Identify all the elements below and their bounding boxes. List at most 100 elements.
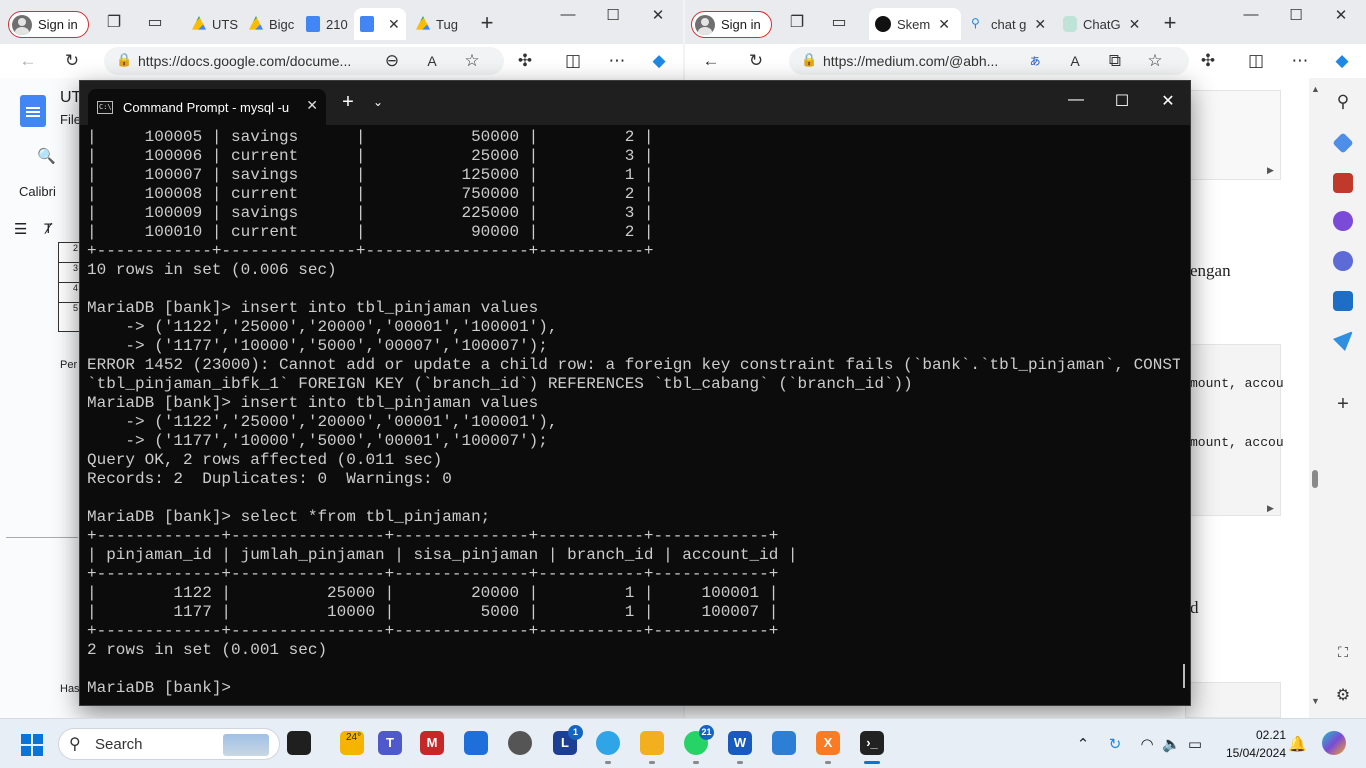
tab-tug[interactable]: Tug: [410, 8, 466, 40]
close-icon[interactable]: ✕: [646, 6, 670, 24]
task-view-icon[interactable]: [287, 731, 311, 755]
scroll-up-icon[interactable]: ▲: [1311, 84, 1320, 94]
mcafee-icon[interactable]: M: [420, 731, 444, 755]
tab-active-doc[interactable]: ✕: [354, 8, 406, 40]
extensions-icon[interactable]: ✣: [1198, 51, 1218, 71]
terminal-icon[interactable]: ›_: [860, 731, 884, 755]
close-icon[interactable]: ✕: [1156, 91, 1180, 111]
split-screen-icon[interactable]: ◫: [563, 51, 583, 71]
tab-210[interactable]: 210: [300, 8, 352, 40]
new-tab-icon[interactable]: +: [1160, 12, 1180, 34]
minimize-icon[interactable]: —: [1239, 6, 1263, 23]
tools-icon[interactable]: [1333, 173, 1353, 193]
tab-bigc[interactable]: Bigc: [243, 8, 299, 40]
minimize-icon[interactable]: —: [556, 6, 580, 23]
more-icon[interactable]: ⋯: [1290, 51, 1310, 71]
show-hidden-icons-chevron-icon[interactable]: ⌃: [1074, 735, 1092, 753]
volume-icon[interactable]: 🔈: [1162, 735, 1181, 753]
translate-icon[interactable]: ぁ: [1025, 51, 1045, 71]
windows-start-button[interactable]: [21, 734, 43, 756]
scrollbar-thumb[interactable]: [1312, 470, 1318, 488]
send-icon[interactable]: [1333, 331, 1353, 351]
address-bar[interactable]: 🔒 https://medium.com/@abh...: [789, 47, 1189, 75]
widgets-icon[interactable]: 24°: [340, 731, 364, 755]
notification-bell-icon[interactable]: 🔔: [1288, 735, 1307, 753]
back-icon[interactable]: ←: [18, 51, 38, 71]
terminal-scrollbar-thumb[interactable]: [1183, 664, 1185, 688]
tab-medium[interactable]: Skem ✕: [869, 8, 961, 40]
search-menus-icon[interactable]: 🔍: [37, 147, 56, 165]
back-icon[interactable]: ←: [701, 51, 721, 71]
taskbar-search-box[interactable]: ⚲ Search: [58, 728, 280, 760]
terminal-tab[interactable]: C:\ Command Prompt - mysql -u ✕: [88, 89, 326, 125]
paint-icon[interactable]: [772, 731, 796, 755]
settings-gear-icon[interactable]: ⚙: [1333, 686, 1353, 706]
battery-icon[interactable]: ▭: [1186, 735, 1204, 753]
camera-icon[interactable]: [508, 731, 532, 755]
screenshot-icon[interactable]: ⛶: [1333, 642, 1353, 662]
tab-actions-icon[interactable]: ▭: [829, 13, 849, 33]
tab-chatgpt[interactable]: ChatG ✕: [1057, 8, 1143, 40]
close-tab-icon[interactable]: ✕: [938, 16, 950, 33]
store-icon[interactable]: [464, 731, 488, 755]
more-icon[interactable]: ⋯: [607, 51, 627, 71]
sync-icon[interactable]: ↻: [1106, 735, 1124, 753]
maximize-icon[interactable]: ☐: [1110, 91, 1134, 111]
font-selector[interactable]: Calibri: [19, 184, 56, 199]
edge-icon[interactable]: [596, 731, 620, 755]
close-tab-icon[interactable]: ✕: [388, 16, 400, 33]
clear-format-icon[interactable]: Ⱦ: [44, 220, 53, 236]
xampp-icon[interactable]: X: [816, 731, 840, 755]
menu-file[interactable]: File: [60, 112, 81, 127]
copilot-icon[interactable]: ◆: [1332, 51, 1352, 71]
close-tab-icon[interactable]: ✕: [1034, 16, 1046, 33]
tab-actions-icon[interactable]: ▭: [145, 13, 165, 33]
launcher-icon[interactable]: L1: [553, 725, 583, 755]
outlook-icon[interactable]: [1333, 291, 1353, 311]
refresh-icon[interactable]: ↻: [62, 51, 82, 71]
terminal-output[interactable]: | 100005 | savings | 50000 | 2 | | 100006…: [87, 128, 1180, 699]
tab-uts[interactable]: UTS: [186, 8, 240, 40]
copilot-pre-icon[interactable]: [1322, 731, 1346, 755]
system-clock[interactable]: 02.21 15/04/2024: [1210, 726, 1286, 762]
add-sidebar-icon[interactable]: +: [1333, 394, 1353, 414]
read-aloud-icon[interactable]: A: [1065, 51, 1085, 71]
games-icon[interactable]: [1333, 211, 1353, 231]
file-explorer-icon[interactable]: [640, 731, 664, 755]
read-aloud-icon[interactable]: A: [422, 51, 442, 71]
scroll-right-icon[interactable]: ▶: [1267, 503, 1274, 514]
new-tab-icon[interactable]: +: [477, 12, 497, 34]
indent-icon[interactable]: ☰: [14, 220, 27, 238]
favorite-icon[interactable]: ☆: [1145, 51, 1165, 71]
refresh-icon[interactable]: ↻: [746, 51, 766, 71]
close-tab-icon[interactable]: ✕: [1129, 16, 1141, 33]
sign-in-button[interactable]: Sign in: [8, 11, 89, 38]
word-icon[interactable]: W: [728, 731, 752, 755]
new-tab-icon[interactable]: +: [336, 91, 360, 114]
maximize-icon[interactable]: ☐: [1284, 6, 1308, 24]
whatsapp-icon[interactable]: 21: [684, 725, 714, 755]
close-tab-icon[interactable]: ✕: [306, 97, 318, 114]
microsoft365-icon[interactable]: [1333, 251, 1353, 271]
dropdown-chevron-icon[interactable]: ⌄: [366, 95, 390, 109]
split-screen-icon[interactable]: ◫: [1246, 51, 1266, 71]
favorite-icon[interactable]: ☆: [462, 51, 482, 71]
minimize-icon[interactable]: —: [1064, 91, 1088, 109]
workspaces-icon[interactable]: ❐: [104, 13, 124, 33]
wifi-icon[interactable]: ◠: [1138, 735, 1156, 753]
search-icon[interactable]: ⚲: [1333, 92, 1353, 112]
shopping-icon[interactable]: [1332, 132, 1354, 154]
sign-in-button[interactable]: Sign in: [691, 11, 772, 38]
workspaces-icon[interactable]: ❐: [787, 13, 807, 33]
scroll-right-icon[interactable]: ▶: [1267, 165, 1274, 176]
copilot-icon[interactable]: ◆: [649, 51, 669, 71]
tab-chat-search[interactable]: ⚲ chat g ✕: [965, 8, 1051, 40]
maximize-icon[interactable]: ☐: [601, 6, 625, 24]
scroll-down-icon[interactable]: ▼: [1311, 696, 1320, 706]
app-available-icon[interactable]: ⧉: [1105, 51, 1125, 71]
close-icon[interactable]: ✕: [1329, 6, 1353, 24]
extensions-icon[interactable]: ✣: [515, 51, 535, 71]
teams-icon[interactable]: T: [378, 731, 402, 755]
address-bar[interactable]: 🔒 https://docs.google.com/docume...: [104, 47, 504, 75]
zoom-icon[interactable]: ⊖: [382, 51, 402, 71]
